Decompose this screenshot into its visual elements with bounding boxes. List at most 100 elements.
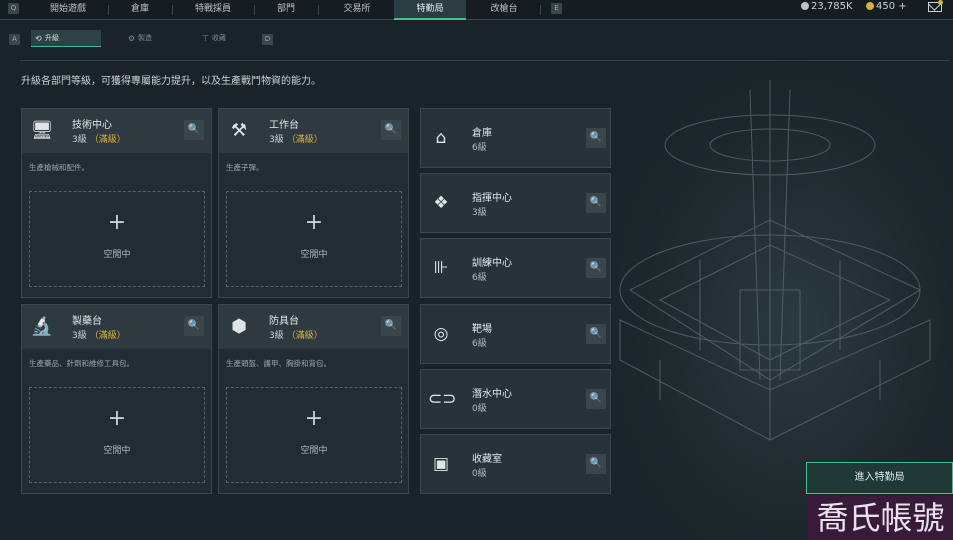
dept-card-diving-center[interactable]: ⊂⊃ 潛水中心 0級 🔍 (420, 369, 611, 429)
notification-dot (938, 0, 943, 5)
tab-warehouse[interactable]: 倉庫 (110, 0, 170, 20)
card-description: 生產槍械和配件。 (29, 163, 89, 172)
subtab-collection-label: 收藏 (212, 34, 226, 42)
card-header: ⬢ 防具台 3級 （滿級） 🔍 (219, 305, 408, 349)
search-icon: 🔍 (589, 197, 603, 208)
diving-mask-icon: ⊂⊃ (428, 389, 457, 409)
cubes-icon: ⬢ (231, 316, 247, 337)
search-icon: 🔍 (589, 262, 603, 273)
card-title: 製藥台 (72, 316, 102, 327)
tab-exchange[interactable]: 交易所 (320, 0, 394, 20)
search-button[interactable]: 🔍 (586, 389, 606, 409)
tab-divider (318, 5, 319, 15)
card-level: 6級 (472, 143, 487, 153)
card-level: 3級 （滿級） (72, 331, 126, 341)
tab-divider (172, 5, 173, 15)
search-button[interactable]: 🔍 (586, 193, 606, 213)
card-title: 收藏室 (472, 454, 502, 465)
dept-card-collection-room[interactable]: ▣ 收藏室 0級 🔍 (420, 434, 611, 494)
search-icon: 🔍 (384, 124, 398, 135)
production-slot[interactable]: + 空閒中 (226, 387, 402, 483)
subtab-craft-label: 製造 (138, 34, 152, 42)
card-header: ⚒ 工作台 3級 （滿級） 🔍 (219, 109, 408, 153)
search-button[interactable]: 🔍 (381, 316, 401, 336)
nav-next-key[interactable]: E (551, 3, 562, 14)
card-title: 潛水中心 (472, 389, 512, 400)
dept-card-command-center[interactable]: ❖ 指揮中心 3級 🔍 (420, 173, 611, 233)
card-header: 🖥 技術中心 3級 （滿級） 🔍 (22, 109, 211, 153)
card-title: 技術中心 (72, 120, 112, 131)
plus-icon: + (304, 210, 324, 235)
divider (20, 60, 950, 61)
card-title: 工作台 (269, 120, 299, 131)
card-level: 0級 (472, 404, 487, 414)
dept-card-warehouse[interactable]: ⌂ 倉庫 6級 🔍 (420, 108, 611, 168)
card-level: 3級 （滿級） (72, 135, 126, 145)
card-description: 生產藥品、針劑和維修工具包。 (29, 359, 134, 368)
subnav-next-key[interactable]: D (262, 34, 273, 45)
dumbbell-icon: ⊪ (433, 258, 449, 278)
search-button[interactable]: 🔍 (184, 120, 204, 140)
target-icon: ◎ (433, 324, 449, 344)
subtab-upgrade[interactable]: ⟲ 升級 (31, 30, 101, 47)
card-title: 靶場 (472, 324, 492, 335)
search-icon: 🔍 (384, 320, 398, 331)
subtab-craft[interactable]: ⚙ 製造 (124, 30, 184, 47)
search-button[interactable]: 🔍 (184, 316, 204, 336)
nav-prev-key[interactable]: Q (8, 3, 19, 14)
currency-hafcoin: 23,785K (801, 0, 853, 16)
subtab-collection[interactable]: ⊤ 收藏 (198, 30, 258, 47)
production-slot[interactable]: + 空閒中 (226, 191, 402, 287)
max-level-badge: （滿級） (89, 331, 126, 341)
search-button[interactable]: 🔍 (586, 454, 606, 474)
search-icon: 🔍 (187, 124, 201, 135)
slot-status: 空閒中 (300, 250, 328, 260)
currency-premium[interactable]: 450 + (866, 0, 907, 16)
search-button[interactable]: 🔍 (586, 128, 606, 148)
tab-start-game[interactable]: 開始遊戲 (30, 0, 106, 20)
plus-icon: + (107, 406, 127, 431)
production-slot[interactable]: + 空閒中 (29, 387, 205, 483)
coin-icon (801, 2, 809, 10)
plus-icon: + (107, 210, 127, 235)
card-level: 6級 (472, 339, 487, 349)
search-icon: 🔍 (589, 458, 603, 469)
command-icon: ❖ (433, 193, 449, 213)
upgrade-icon: ⟲ (35, 34, 42, 43)
search-button[interactable]: 🔍 (381, 120, 401, 140)
slot-status: 空閒中 (103, 446, 131, 456)
card-header: 🔬 製藥台 3級 （滿級） 🔍 (22, 305, 211, 349)
card-description: 生產子彈。 (226, 163, 264, 172)
warehouse-icon: ⌂ (435, 128, 447, 148)
dept-card-shooting-range[interactable]: ◎ 靶場 6級 🔍 (420, 304, 611, 364)
slot-status: 空閒中 (300, 446, 328, 456)
tab-divider (108, 5, 109, 15)
search-button[interactable]: 🔍 (586, 324, 606, 344)
card-level: 3級 （滿級） (269, 135, 323, 145)
craft-icon: ⚙ (128, 34, 136, 43)
card-level: 3級 (472, 208, 487, 218)
production-slot[interactable]: + 空閒中 (29, 191, 205, 287)
search-icon: 🔍 (187, 320, 201, 331)
watermark: 喬氏帳號 (808, 496, 953, 540)
tab-gunsmith[interactable]: 改槍台 (470, 0, 538, 20)
dept-card-armor-bench[interactable]: ⬢ 防具台 3級 （滿級） 🔍 生產頭盔、護甲、胸掛和背包。 + 空閒中 (218, 304, 409, 494)
card-title: 倉庫 (472, 128, 492, 139)
dept-card-workbench[interactable]: ⚒ 工作台 3級 （滿級） 🔍 生產子彈。 + 空閒中 (218, 108, 409, 298)
currency-premium-value: 450 + (876, 1, 907, 12)
dept-card-training-center[interactable]: ⊪ 訓練中心 6級 🔍 (420, 238, 611, 298)
tab-special-ops[interactable]: 特勤局 (394, 0, 466, 20)
subtab-upgrade-label: 升級 (45, 34, 59, 42)
dept-card-pharmacy[interactable]: 🔬 製藥台 3級 （滿級） 🔍 生產藥品、針劑和維修工具包。 + 空閒中 (21, 304, 212, 494)
subnav-prev-key[interactable]: A (9, 34, 20, 45)
dept-card-tech-center[interactable]: 🖥 技術中心 3級 （滿級） 🔍 生產槍械和配件。 + 空閒中 (21, 108, 212, 298)
card-level: 3級 （滿級） (269, 331, 323, 341)
tab-departments[interactable]: 部門 (256, 0, 316, 20)
tools-icon: ⚒ (230, 120, 248, 141)
tab-operators[interactable]: 特戰採員 (174, 0, 252, 20)
card-level: 6級 (472, 273, 487, 283)
currency-hafcoin-value: 23,785K (811, 1, 853, 12)
search-button[interactable]: 🔍 (586, 258, 606, 278)
gold-coin-icon (866, 2, 874, 10)
enter-special-ops-button[interactable]: 進入特勤局 (806, 462, 953, 494)
